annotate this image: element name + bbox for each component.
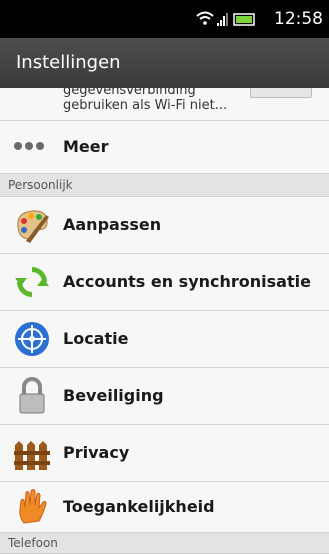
status-icons xyxy=(196,11,255,26)
signal-icon xyxy=(217,13,228,26)
clock: 12:58 xyxy=(274,9,323,29)
settings-item-toegankelijkheid[interactable]: Toegankelijkheid xyxy=(0,482,329,533)
settings-item-label: Locatie xyxy=(63,329,129,348)
settings-item-label: Toegankelijkheid xyxy=(63,497,215,516)
settings-item-label: Aanpassen xyxy=(63,215,162,234)
settings-item-beveiliging[interactable]: Beveiliging xyxy=(0,368,329,425)
settings-item-label: Meer xyxy=(63,137,109,156)
more-dots-icon xyxy=(14,142,44,150)
section-header-persoonlijk: Persoonlijk xyxy=(0,174,329,197)
status-bar: 12:58 xyxy=(0,0,329,38)
globe-location-icon xyxy=(15,322,49,356)
settings-item-privacy[interactable]: Privacy xyxy=(0,425,329,482)
section-header-text: Telefoon xyxy=(8,536,58,550)
wifi-icon xyxy=(196,11,214,25)
sync-icon xyxy=(15,267,49,297)
settings-item-meer[interactable]: Meer xyxy=(0,121,329,174)
battery-icon xyxy=(233,13,255,26)
settings-item-accounts-sync[interactable]: Accounts en synchronisatie xyxy=(0,254,329,311)
settings-item-label: Beveiliging xyxy=(63,386,164,405)
fence-icon xyxy=(14,441,50,470)
section-header-telefoon: Telefoon xyxy=(0,533,329,554)
mobile-data-toggle[interactable] xyxy=(250,88,312,98)
palette-icon xyxy=(17,210,49,243)
section-header-text: Persoonlijk xyxy=(8,178,73,192)
settings-item-locatie[interactable]: Locatie xyxy=(0,311,329,368)
mobile-data-item[interactable]: gegevensverbinding gebruiken als Wi-Fi n… xyxy=(0,88,329,121)
mobile-data-line-1: gegevensverbinding xyxy=(63,88,196,98)
page-title: Instellingen xyxy=(16,52,121,73)
settings-item-aanpassen[interactable]: Aanpassen xyxy=(0,197,329,254)
settings-item-label: Accounts en synchronisatie xyxy=(63,272,311,291)
hand-icon xyxy=(19,489,47,524)
settings-item-label: Privacy xyxy=(63,443,130,462)
app-bar: Instellingen xyxy=(0,38,329,89)
padlock-icon xyxy=(19,377,45,414)
mobile-data-line-2: gebruiken als Wi-Fi niet... xyxy=(63,98,228,113)
